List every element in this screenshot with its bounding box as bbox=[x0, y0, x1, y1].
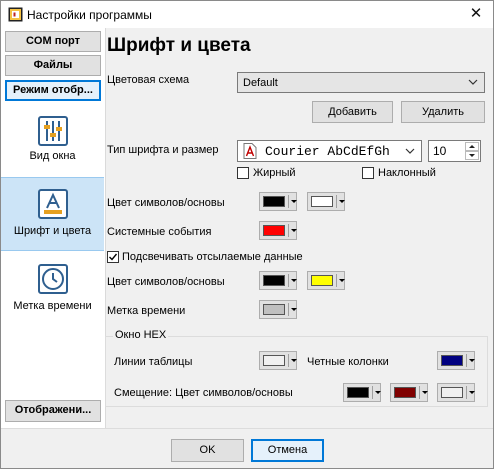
offset-fg-color-button[interactable] bbox=[343, 383, 381, 402]
checkmark-icon bbox=[109, 253, 118, 261]
italic-checkbox[interactable] bbox=[362, 167, 374, 179]
even-columns-color-button[interactable] bbox=[437, 351, 475, 370]
font-color-icon bbox=[37, 189, 68, 219]
sidebar-item-font-colors[interactable]: Шрифт и цвета bbox=[1, 177, 104, 251]
color-swatch bbox=[311, 196, 333, 207]
sent-colors-label: Цвет символов/основы bbox=[107, 276, 225, 288]
dropdown-arrow-icon bbox=[422, 391, 428, 394]
files-button[interactable]: Файлы bbox=[5, 55, 101, 76]
close-icon[interactable]: ✕ bbox=[463, 4, 489, 24]
sliders-icon bbox=[37, 116, 68, 146]
grid-lines-color-button[interactable] bbox=[259, 351, 297, 370]
timestamp-label: Метка времени bbox=[107, 305, 186, 317]
font-value: Courier AbCdEfGh bbox=[265, 144, 390, 159]
chevron-down-icon bbox=[405, 148, 415, 154]
offset-label: Смещение: Цвет символов/основы bbox=[114, 387, 293, 399]
symbols-bg-label: Цвет символов/основы bbox=[107, 197, 225, 209]
font-size-value: 10 bbox=[433, 144, 447, 158]
com-port-button[interactable]: COM порт bbox=[5, 31, 101, 52]
color-swatch bbox=[263, 355, 285, 366]
font-label: Тип шрифта и размер bbox=[107, 144, 219, 156]
timestamp-color-button[interactable] bbox=[259, 300, 297, 319]
display-mode-button[interactable]: Режим отобр... bbox=[5, 80, 101, 101]
color-scheme-label: Цветовая схема bbox=[107, 74, 190, 86]
chevron-down-icon bbox=[468, 79, 478, 85]
delete-button[interactable]: Удалить bbox=[401, 101, 485, 123]
offset-bg-color-button[interactable] bbox=[437, 383, 475, 402]
sidebar-item-time-stamp[interactable]: Метка времени bbox=[1, 262, 104, 322]
color-scheme-value: Default bbox=[243, 77, 278, 89]
sent-bg-color-button[interactable] bbox=[307, 271, 345, 290]
sidebar: COM порт Файлы Режим отобр... Вид окна Ш… bbox=[1, 28, 106, 428]
bold-label: Жирный bbox=[253, 167, 296, 179]
even-columns-label: Четные колонки bbox=[307, 356, 389, 368]
color-swatch bbox=[394, 387, 416, 398]
window-title: Настройки программы bbox=[27, 8, 152, 22]
color-swatch bbox=[263, 275, 285, 286]
italic-label: Наклонный bbox=[378, 167, 436, 179]
dropdown-arrow-icon bbox=[291, 200, 297, 203]
system-events-color-button[interactable] bbox=[259, 221, 297, 240]
footer-divider bbox=[1, 428, 493, 429]
spin-up-button[interactable] bbox=[465, 142, 479, 151]
system-events-label: Системные события bbox=[107, 226, 212, 238]
color-swatch bbox=[311, 275, 333, 286]
color-swatch bbox=[441, 355, 463, 366]
dropdown-arrow-icon bbox=[339, 279, 345, 282]
sidebar-item-window-view[interactable]: Вид окна bbox=[1, 112, 104, 176]
hex-group-title: Окно HEX bbox=[113, 329, 169, 341]
symbols-bg-color-button[interactable] bbox=[307, 192, 345, 211]
highlight-label: Подсвечивать отсылаемые данные bbox=[122, 251, 303, 263]
dropdown-arrow-icon bbox=[339, 200, 345, 203]
color-scheme-select[interactable]: Default bbox=[237, 72, 485, 93]
clock-icon bbox=[37, 264, 68, 294]
color-swatch bbox=[263, 304, 285, 315]
color-swatch bbox=[263, 196, 285, 207]
dropdown-arrow-icon bbox=[291, 359, 297, 362]
font-select[interactable]: Courier AbCdEfGh bbox=[237, 140, 422, 162]
sent-fg-color-button[interactable] bbox=[259, 271, 297, 290]
add-button[interactable]: Добавить bbox=[312, 101, 393, 123]
dropdown-arrow-icon bbox=[291, 279, 297, 282]
sidebar-item-label: Вид окна bbox=[29, 150, 76, 162]
app-icon bbox=[8, 7, 23, 22]
sidebar-item-label: Шрифт и цвета bbox=[13, 225, 92, 237]
dropdown-arrow-icon bbox=[375, 391, 381, 394]
font-file-icon bbox=[243, 143, 257, 159]
dropdown-arrow-icon bbox=[291, 308, 297, 311]
grid-lines-label: Линии таблицы bbox=[114, 356, 193, 368]
dropdown-arrow-icon bbox=[469, 391, 475, 394]
offset-mid-color-button[interactable] bbox=[390, 383, 428, 402]
font-size-spinner[interactable]: 10 bbox=[428, 140, 481, 162]
symbols-fg-color-button[interactable] bbox=[259, 192, 297, 211]
page-title: Шрифт и цвета bbox=[107, 35, 251, 56]
spin-down-button[interactable] bbox=[465, 151, 479, 160]
dropdown-arrow-icon bbox=[291, 229, 297, 232]
title-bar: Настройки программы ✕ bbox=[1, 1, 493, 28]
bold-checkbox[interactable] bbox=[237, 167, 249, 179]
color-swatch bbox=[347, 387, 369, 398]
cancel-button[interactable]: Отмена bbox=[251, 439, 324, 462]
settings-window: Настройки программы ✕ COM порт Файлы Реж… bbox=[0, 0, 494, 469]
highlight-checkbox[interactable] bbox=[107, 251, 119, 263]
display-button[interactable]: Отображени... bbox=[5, 400, 101, 422]
sidebar-item-label: Метка времени bbox=[13, 300, 92, 312]
color-swatch bbox=[441, 387, 463, 398]
color-swatch bbox=[263, 225, 285, 236]
ok-button[interactable]: OK bbox=[171, 439, 244, 462]
dropdown-arrow-icon bbox=[469, 359, 475, 362]
